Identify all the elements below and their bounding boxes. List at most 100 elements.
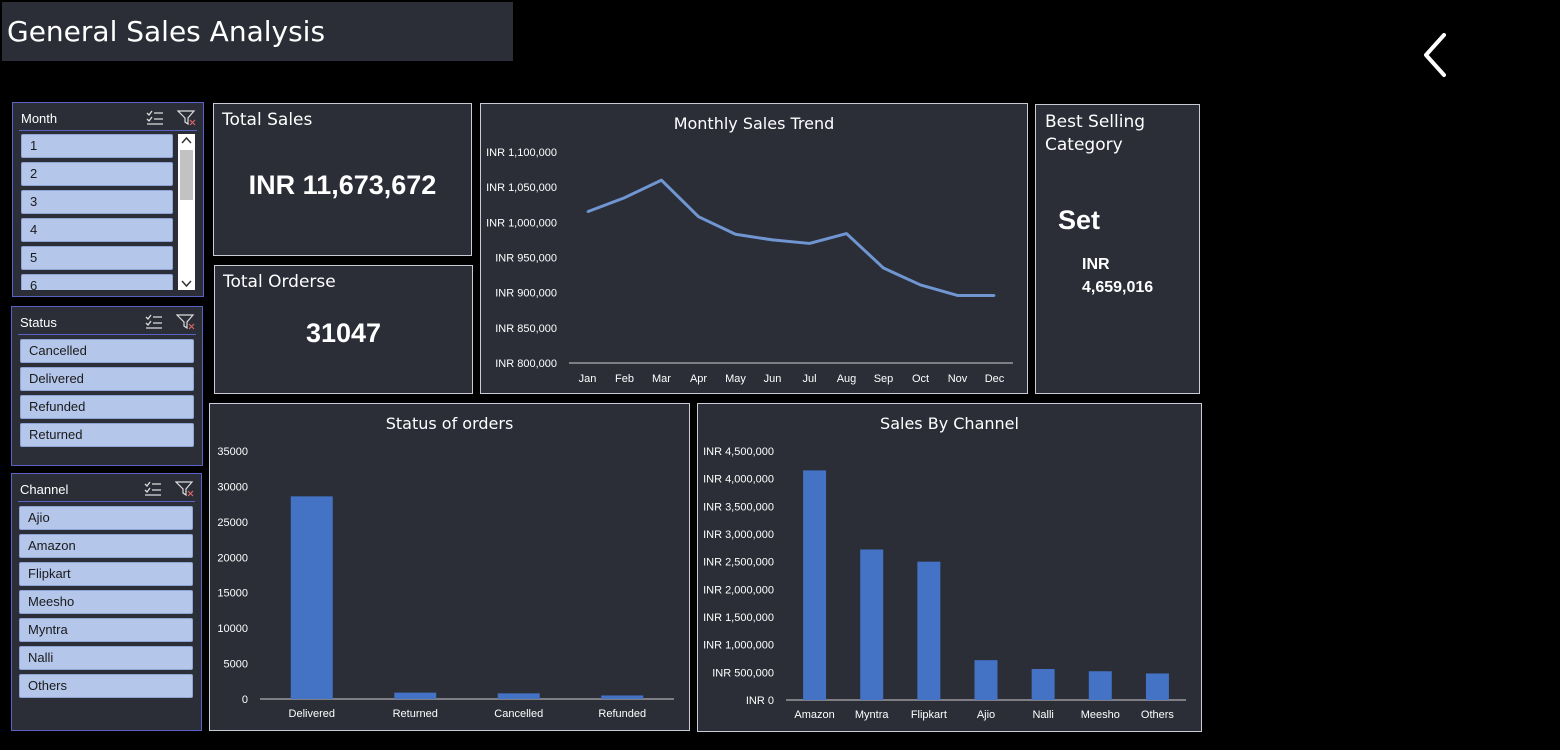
data-point	[882, 267, 885, 270]
data-point	[623, 196, 626, 199]
month-item[interactable]: 4	[21, 218, 173, 242]
y-tick-label: INR 1,000,000	[703, 640, 774, 652]
bar	[601, 695, 644, 699]
y-tick-label: 15000	[217, 588, 248, 600]
x-tick-label: May	[725, 373, 746, 385]
best-selling-category: Set	[1058, 205, 1101, 235]
channel-slicer-title: Channel	[20, 482, 69, 497]
best-selling-title-line: Best Selling	[1045, 112, 1146, 132]
x-tick-label: Returned	[393, 708, 438, 720]
month-item[interactable]: 3	[21, 190, 173, 214]
bar	[290, 496, 333, 699]
y-tick-label: INR 900,000	[495, 288, 557, 300]
scroll-down-icon[interactable]	[178, 276, 195, 290]
scroll-thumb[interactable]	[180, 150, 193, 200]
x-tick-label: Sep	[874, 373, 894, 385]
x-tick-label: Jan	[579, 373, 597, 385]
x-tick-label: Amazon	[794, 709, 834, 721]
x-tick-label: Meesho	[1081, 709, 1120, 721]
y-tick-label: INR 950,000	[495, 253, 557, 265]
data-point	[586, 210, 589, 213]
best-selling-title: Best Selling Category	[1045, 111, 1145, 157]
total-orders-value: 31047	[305, 318, 382, 348]
data-point	[808, 242, 811, 245]
best-selling-value: INR 4,659,016	[1082, 253, 1153, 299]
best-selling-value-line: INR	[1082, 256, 1110, 273]
channel-item[interactable]: Others	[19, 674, 193, 698]
multi-select-icon[interactable]	[143, 480, 163, 498]
status-item[interactable]: Cancelled	[20, 339, 194, 363]
x-tick-label: Flipkart	[911, 709, 947, 721]
data-point	[697, 215, 700, 218]
y-tick-label: INR 1,000,000	[486, 217, 557, 229]
x-tick-label: Dec	[985, 373, 1005, 385]
y-tick-label: INR 1,050,000	[486, 182, 557, 194]
clear-filter-icon[interactable]	[176, 313, 196, 331]
y-tick-label: 35000	[217, 446, 248, 458]
month-item[interactable]: 6	[21, 274, 173, 290]
x-tick-label: Nalli	[1032, 709, 1053, 721]
y-tick-label: INR 850,000	[495, 323, 557, 335]
x-tick-label: Delivered	[289, 708, 335, 720]
y-tick-label: 5000	[224, 659, 248, 671]
bar	[497, 693, 540, 699]
x-tick-label: Myntra	[855, 709, 890, 721]
chevron-left-icon[interactable]	[1418, 32, 1454, 78]
month-slicer-list: 1 2 3 4 5 6	[21, 134, 174, 290]
y-tick-label: INR 2,000,000	[703, 584, 774, 596]
channel-item[interactable]: Flipkart	[19, 562, 193, 586]
sales-by-channel-chart: INR 0 INR 500,000 INR 1,000,000 INR 1,500,0…	[703, 446, 1186, 721]
y-tick-label: INR 2,500,000	[703, 557, 774, 569]
clear-filter-icon[interactable]	[177, 109, 197, 127]
status-item[interactable]: Returned	[20, 423, 194, 447]
bar	[860, 549, 884, 700]
channel-slicer: Channel Ajio Amazon Flipkart Meesho Mynt…	[11, 473, 202, 731]
y-tick-label: 0	[242, 694, 248, 706]
x-tick-label: Mar	[652, 373, 671, 385]
channel-item[interactable]: Myntra	[19, 618, 193, 642]
y-tick-label: 20000	[217, 552, 248, 564]
bar	[394, 692, 437, 699]
y-tick-label: INR 500,000	[712, 667, 774, 679]
x-tick-label: Others	[1141, 709, 1175, 721]
x-tick-label: Refunded	[598, 708, 646, 720]
status-item[interactable]: Refunded	[20, 395, 194, 419]
channel-item[interactable]: Nalli	[19, 646, 193, 670]
x-tick-label: Nov	[948, 373, 968, 385]
best-selling-title-line: Category	[1045, 135, 1123, 155]
x-tick-label: Jul	[802, 373, 816, 385]
data-point	[771, 238, 774, 241]
month-item[interactable]: 5	[21, 246, 173, 270]
bar	[917, 561, 941, 700]
total-sales-card: Total Sales INR 11,673,672	[213, 103, 472, 256]
channel-item[interactable]: Meesho	[19, 590, 193, 614]
channel-item[interactable]: Ajio	[19, 506, 193, 530]
scroll-up-icon[interactable]	[178, 134, 195, 148]
month-scrollbar[interactable]	[178, 134, 195, 290]
status-item[interactable]: Delivered	[20, 367, 194, 391]
month-slicer: Month 1 2 3 4 5 6	[12, 102, 204, 297]
month-slicer-title: Month	[21, 111, 58, 126]
multi-select-icon[interactable]	[144, 313, 164, 331]
y-tick-label: INR 1,100,000	[486, 147, 557, 159]
y-tick-label: INR 4,000,000	[703, 474, 774, 486]
page-title: General Sales Analysis	[2, 2, 513, 61]
data-point	[956, 294, 959, 297]
total-orders-title: Total Orderse	[223, 272, 336, 292]
data-point	[993, 294, 996, 297]
month-item[interactable]: 2	[21, 162, 173, 186]
multi-select-icon[interactable]	[145, 109, 165, 127]
y-tick-label: INR 3,500,000	[703, 501, 774, 513]
status-of-orders-chart: 0 5000 10000 15000 20000 25000 30000 35000 Deliv…	[217, 446, 674, 720]
channel-slicer-header: Channel	[18, 478, 195, 502]
x-tick-label: Aug	[837, 373, 857, 385]
status-slicer: Status Cancelled Delivered Refunded Retu…	[11, 306, 203, 466]
clear-filter-icon[interactable]	[175, 480, 195, 498]
bar	[1145, 673, 1169, 700]
month-item[interactable]: 1	[21, 134, 173, 158]
status-slicer-title: Status	[20, 315, 57, 330]
sales-channel-panel: Sales By Channel INR 0 INR 500,000 INR 1,0…	[697, 403, 1202, 732]
channel-item[interactable]: Amazon	[19, 534, 193, 558]
x-tick-label: Feb	[615, 373, 634, 385]
y-tick-label: INR 1,500,000	[703, 612, 774, 624]
